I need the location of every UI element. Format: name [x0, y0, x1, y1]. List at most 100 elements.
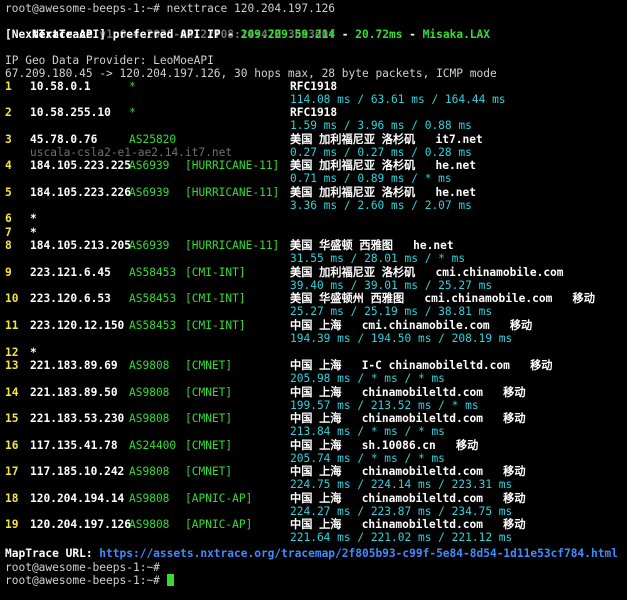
hop-detail-row: 194.39 ms / 194.50 ms / 208.19 ms [0, 332, 627, 345]
prompt-text: root@awesome-beeps-1:~# [5, 574, 167, 587]
api-text: preferred API IP - [106, 28, 241, 41]
hop-geo: 中国 上海 chinamobileltd.com 移动 [290, 412, 526, 425]
hop-row: 18 120.204.194.14 AS9808 [APNIC-AP] 中国 上海 ch… [0, 492, 627, 505]
terminal-window[interactable]: root@awesome-beeps-1:~# nexttrace 120.20… [0, 0, 627, 600]
hop-tag: [APNIC-AP] [185, 492, 253, 505]
hop-rtt: 25.27 ms / 25.19 ms / 38.81 ms [290, 305, 493, 318]
api-ip: 209.209.59.214 [240, 28, 336, 41]
hop-asn: AS9808 [129, 412, 170, 425]
api-line: [NextTrace API] preferred API IP - 209.2… [5, 28, 490, 41]
hop-rtt: 205.74 ms / * ms / * ms [290, 452, 445, 465]
maptrace-url[interactable]: https://assets.nxtrace.org/tracemap/2f80… [99, 547, 618, 560]
hop-row: 1 10.58.0.1 * RFC1918 [0, 80, 627, 93]
command-line: root@awesome-beeps-1:~# nexttrace 120.20… [5, 2, 336, 15]
api-label: [NextTrace API] [5, 28, 107, 41]
hop-detail-row: 25.27 ms / 25.19 ms / 38.81 ms [0, 305, 627, 318]
hop-row: 6 * [0, 212, 627, 225]
hop-detail-row: 0.71 ms / 0.89 ms / * ms [0, 172, 627, 185]
hop-rtt: 213.84 ms / * ms / * ms [290, 425, 445, 438]
hop-number: 17 [5, 465, 19, 478]
hop-ip: 221.183.53.230 [30, 412, 125, 425]
hop-detail-row: 31.55 ms / 28.01 ms / * ms [0, 252, 627, 265]
hop-number: 3 [5, 133, 12, 146]
hop-asn: * [129, 106, 136, 119]
hop-geo: 美国 加利福尼亚 洛杉矶 he.net [290, 186, 476, 199]
hop-row: 11 223.120.12.150 AS58453 [CMI-INT] 中国 上海 cm… [0, 319, 627, 332]
hop-asn: AS6939 [129, 186, 170, 199]
hop-row: 4 184.105.223.225 AS6939 [HURRICANE-11] 美国 加… [0, 159, 627, 172]
hop-geo: 美国 加利福尼亚 洛杉矶 cmi.chinamobile.com [290, 266, 564, 279]
hop-ip: 223.120.12.150 [30, 319, 125, 332]
hop-asn: AS9808 [129, 386, 170, 399]
hop-geo: 中国 上海 I-C chinamobileltd.com 移动 [290, 359, 553, 372]
hop-rtt: 224.27 ms / 223.87 ms / 234.75 ms [290, 505, 513, 518]
hop-rtt: 199.57 ms / 213.52 ms / * ms [290, 399, 479, 412]
hop-tag: [CMNET] [185, 412, 233, 425]
hop-asn: AS6939 [129, 159, 170, 172]
hop-rdns: uscala-csla2-e1-ae2.14.it7.net [30, 146, 233, 159]
hop-ip: * [30, 226, 37, 239]
hop-ip: 117.185.10.242 [30, 465, 125, 478]
hop-tag: [HURRICANE-11] [185, 186, 280, 199]
hop-rtt: 0.27 ms / 0.27 ms / 0.28 ms [290, 146, 472, 159]
hop-asn: AS24400 [129, 439, 177, 452]
hop-number: 7 [5, 226, 12, 239]
maptrace-label: MapTrace URL: [5, 547, 100, 560]
api-latency: 20.72ms [355, 28, 403, 41]
hop-geo: 中国 上海 cmi.chinamobile.com 移动 [290, 319, 533, 332]
hop-number: 6 [5, 212, 12, 225]
hop-asn: AS25820 [129, 133, 177, 146]
hop-asn: AS58453 [129, 292, 177, 305]
prompt-active-line[interactable]: root@awesome-beeps-1:~# [5, 574, 174, 587]
hop-rtt: 114.08 ms / 63.61 ms / 164.44 ms [290, 93, 506, 106]
hop-number: 10 [5, 292, 19, 305]
hop-number: 4 [5, 159, 12, 172]
hop-number: 5 [5, 186, 12, 199]
hop-rtt: 194.39 ms / 194.50 ms / 208.19 ms [290, 332, 513, 345]
hop-geo: RFC1918 [290, 80, 338, 93]
hop-geo: 中国 上海 chinamobileltd.com 移动 [290, 518, 526, 531]
hop-number: 11 [5, 319, 19, 332]
hop-ip: 221.183.89.50 [30, 386, 118, 399]
hop-number: 19 [5, 518, 19, 531]
hop-number: 8 [5, 239, 12, 252]
hop-number: 2 [5, 106, 12, 119]
api-sep: - [402, 28, 423, 41]
hop-rtt: 224.75 ms / 224.14 ms / 223.31 ms [290, 478, 513, 491]
hop-detail-row: 3.36 ms / 2.60 ms / 2.07 ms [0, 199, 627, 212]
hop-row: 13 221.183.89.69 AS9808 [CMNET] 中国 上海 I-C ch… [0, 359, 627, 372]
hop-tag: [CMI-INT] [185, 266, 246, 279]
hop-number: 18 [5, 492, 19, 505]
hop-ip: 120.204.194.14 [30, 492, 125, 505]
hop-geo: 中国 上海 chinamobileltd.com 移动 [290, 465, 526, 478]
provider-line: IP Geo Data Provider: LeoMoeAPI [5, 54, 214, 67]
hop-number: 15 [5, 412, 19, 425]
banner-line: NextTrace v1.6.4 2026-04-22T08:14:47Z 3b… [5, 15, 335, 41]
hop-row: 12 * [0, 346, 627, 359]
hop-tag: [HURRICANE-11] [185, 159, 280, 172]
api-node: Misaka.LAX [422, 28, 491, 41]
hop-tag: [CMNET] [185, 386, 233, 399]
hop-row: 7 * [0, 226, 627, 239]
hop-detail-row: 1.59 ms / 3.96 ms / 0.88 ms [0, 119, 627, 132]
hop-geo: 美国 加利福尼亚 洛杉矶 it7.net [290, 133, 483, 146]
hop-ip: 184.105.223.226 [30, 186, 132, 199]
hop-geo: 美国 华盛顿 西雅图 he.net [290, 239, 454, 252]
hop-tag: [APNIC-AP] [185, 518, 253, 531]
hop-ip: 117.135.41.78 [30, 439, 118, 452]
hop-rtt: 1.59 ms / 3.96 ms / 0.88 ms [290, 119, 472, 132]
cursor-icon [166, 574, 174, 586]
hop-row: 15 221.183.53.230 AS9808 [CMNET] 中国 上海 china… [0, 412, 627, 425]
hop-ip: 184.105.223.225 [30, 159, 132, 172]
hop-ip: 221.183.89.69 [30, 359, 118, 372]
hop-number: 14 [5, 386, 19, 399]
route-info-line: 67.209.180.45 -> 120.204.197.126, 30 hop… [5, 67, 497, 80]
hop-asn: AS6939 [129, 239, 170, 252]
hop-detail-row: uscala-csla2-e1-ae2.14.it7.net 0.27 ms / … [0, 146, 627, 159]
hop-ip: 45.78.0.76 [30, 133, 98, 146]
hop-number: 1 [5, 80, 12, 93]
hop-geo: 美国 华盛顿州 西雅图 cmi.chinamobile.com 移动 [290, 292, 595, 305]
hop-geo: 中国 上海 sh.10086.cn 移动 [290, 439, 479, 452]
hop-tag: [CMI-INT] [185, 319, 246, 332]
maptrace-line: MapTrace URL: https://assets.nxtrace.org… [5, 547, 618, 560]
